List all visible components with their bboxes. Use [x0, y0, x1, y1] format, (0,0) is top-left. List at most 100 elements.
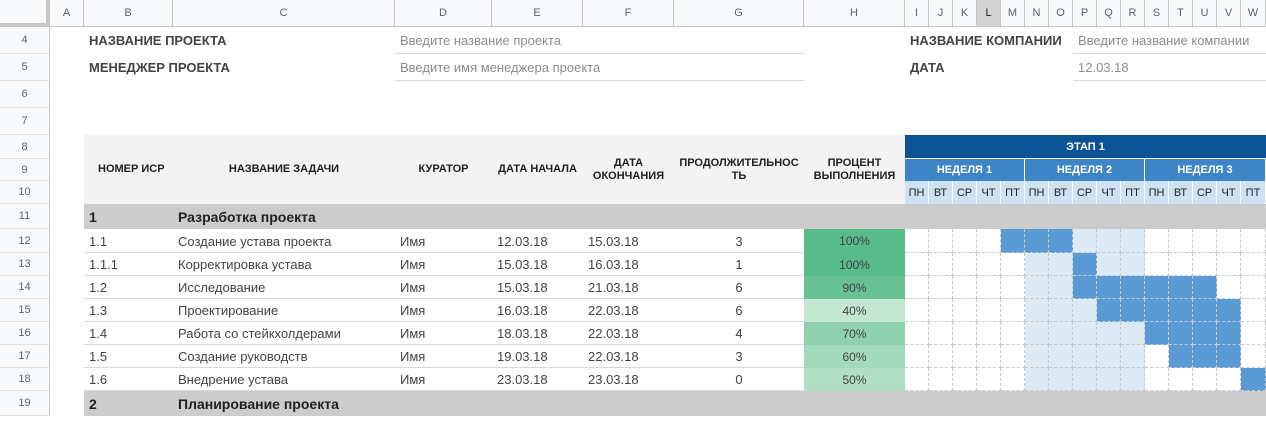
gantt-cell[interactable] — [1049, 229, 1073, 253]
end-date-cell[interactable]: 21.03.18 — [583, 276, 674, 299]
row-header-12[interactable]: 12 — [0, 229, 50, 253]
gantt-cell[interactable] — [1241, 276, 1266, 299]
gantt-cell[interactable] — [1049, 253, 1073, 276]
gantt-cell[interactable] — [1169, 229, 1193, 253]
task-name-cell[interactable]: Корректировка устава — [173, 253, 395, 276]
gantt-cell[interactable] — [1097, 276, 1121, 299]
gantt-cell[interactable] — [1217, 368, 1241, 391]
gantt-cell[interactable] — [1241, 299, 1266, 322]
column-header-c[interactable]: C — [173, 0, 395, 27]
task-name-cell[interactable]: Создание руководств — [173, 345, 395, 368]
section-title[interactable]: Разработка проекта — [173, 204, 492, 229]
column-header-j[interactable]: J — [929, 0, 953, 27]
gantt-cell[interactable] — [953, 368, 977, 391]
gantt-cell[interactable] — [977, 299, 1001, 322]
duration-cell[interactable]: 1 — [674, 253, 804, 276]
gantt-cell[interactable] — [1097, 229, 1121, 253]
column-header-a[interactable]: A — [50, 0, 84, 27]
start-date-cell[interactable]: 16.03.18 — [492, 299, 583, 322]
gantt-cell[interactable] — [977, 229, 1001, 253]
duration-cell[interactable]: 0 — [674, 368, 804, 391]
gantt-cell[interactable] — [1169, 276, 1193, 299]
wbs-cell[interactable]: 1.1 — [84, 229, 173, 253]
gantt-cell[interactable] — [953, 229, 977, 253]
gantt-cell[interactable] — [1097, 345, 1121, 368]
gantt-cell[interactable] — [905, 276, 929, 299]
gantt-cell[interactable] — [1169, 253, 1193, 276]
gantt-cell[interactable] — [1049, 368, 1073, 391]
gantt-cell[interactable] — [1241, 345, 1266, 368]
task-name-cell[interactable]: Исследование — [173, 276, 395, 299]
gantt-cell[interactable] — [977, 345, 1001, 368]
row-header-6[interactable]: 6 — [0, 81, 50, 108]
gantt-cell[interactable] — [1073, 322, 1097, 345]
wbs-cell[interactable]: 1.2 — [84, 276, 173, 299]
gantt-cell[interactable] — [1169, 368, 1193, 391]
row-header-13[interactable]: 13 — [0, 253, 50, 276]
gantt-cell[interactable] — [1025, 253, 1049, 276]
gantt-cell[interactable] — [1241, 322, 1266, 345]
gantt-cell[interactable] — [1217, 345, 1241, 368]
column-header-n[interactable]: N — [1025, 0, 1049, 27]
row-header-9[interactable]: 9 — [0, 159, 50, 181]
gantt-cell[interactable] — [1193, 276, 1217, 299]
task-name-cell[interactable]: Внедрение устава — [173, 368, 395, 391]
gantt-cell[interactable] — [1217, 322, 1241, 345]
owner-cell[interactable]: Имя — [395, 345, 492, 368]
gantt-cell[interactable] — [953, 322, 977, 345]
column-header-w[interactable]: W — [1241, 0, 1266, 27]
column-header-h[interactable]: H — [804, 0, 905, 27]
section-title[interactable]: Планирование проекта — [173, 391, 492, 416]
end-date-cell[interactable]: 16.03.18 — [583, 253, 674, 276]
gantt-cell[interactable] — [1121, 345, 1145, 368]
gantt-cell[interactable] — [1097, 368, 1121, 391]
duration-cell[interactable]: 6 — [674, 276, 804, 299]
row-header-19[interactable]: 19 — [0, 391, 50, 416]
end-date-cell[interactable]: 22.03.18 — [583, 345, 674, 368]
wbs-cell[interactable]: 1.5 — [84, 345, 173, 368]
select-all-corner[interactable] — [0, 0, 50, 27]
gantt-cell[interactable] — [1001, 229, 1025, 253]
gantt-cell[interactable] — [1121, 368, 1145, 391]
row-header-17[interactable]: 17 — [0, 345, 50, 368]
column-header-v[interactable]: V — [1217, 0, 1241, 27]
gantt-cell[interactable] — [1193, 299, 1217, 322]
column-header-t[interactable]: T — [1169, 0, 1193, 27]
percent-cell[interactable]: 50% — [804, 368, 905, 391]
gantt-cell[interactable] — [1097, 322, 1121, 345]
row-header-7[interactable]: 7 — [0, 108, 50, 135]
gantt-cell[interactable] — [1217, 276, 1241, 299]
owner-cell[interactable]: Имя — [395, 229, 492, 253]
wbs-cell[interactable]: 1.4 — [84, 322, 173, 345]
gantt-cell[interactable] — [929, 322, 953, 345]
gantt-cell[interactable] — [1193, 368, 1217, 391]
gantt-cell[interactable] — [1073, 299, 1097, 322]
owner-cell[interactable]: Имя — [395, 322, 492, 345]
gantt-cell[interactable] — [1217, 299, 1241, 322]
gantt-cell[interactable] — [1121, 299, 1145, 322]
gantt-cell[interactable] — [1241, 368, 1266, 391]
gantt-cell[interactable] — [905, 368, 929, 391]
gantt-cell[interactable] — [1097, 253, 1121, 276]
gantt-cell[interactable] — [1169, 322, 1193, 345]
gantt-cell[interactable] — [929, 345, 953, 368]
row-header-5[interactable]: 5 — [0, 54, 50, 81]
row-header-16[interactable]: 16 — [0, 322, 50, 345]
end-date-cell[interactable]: 22.03.18 — [583, 299, 674, 322]
gantt-cell[interactable] — [1169, 345, 1193, 368]
gantt-cell[interactable] — [1193, 322, 1217, 345]
gantt-cell[interactable] — [1169, 299, 1193, 322]
owner-cell[interactable]: Имя — [395, 253, 492, 276]
gantt-cell[interactable] — [1145, 345, 1169, 368]
percent-cell[interactable]: 40% — [804, 299, 905, 322]
gantt-cell[interactable] — [1193, 345, 1217, 368]
gantt-cell[interactable] — [929, 276, 953, 299]
gantt-cell[interactable] — [929, 299, 953, 322]
gantt-cell[interactable] — [1073, 229, 1097, 253]
row-header-14[interactable]: 14 — [0, 276, 50, 299]
gantt-cell[interactable] — [953, 299, 977, 322]
wbs-cell[interactable]: 1.3 — [84, 299, 173, 322]
gantt-cell[interactable] — [1073, 368, 1097, 391]
wbs-cell[interactable]: 1.6 — [84, 368, 173, 391]
gantt-cell[interactable] — [1145, 322, 1169, 345]
